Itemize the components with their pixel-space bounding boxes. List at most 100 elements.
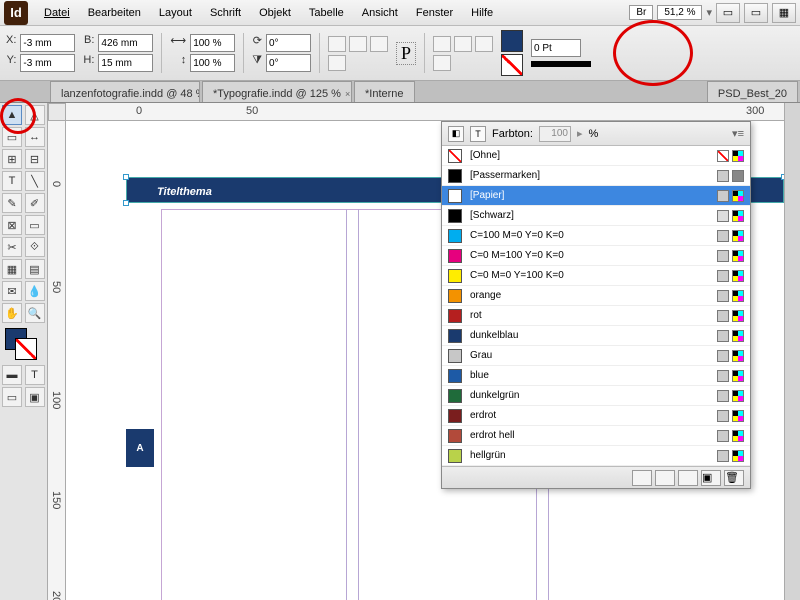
normal-view-icon[interactable]: ▭ xyxy=(2,387,22,407)
swatch-chip-icon xyxy=(448,289,462,303)
width-input[interactable] xyxy=(98,34,153,52)
preview-view-icon[interactable]: ▣ xyxy=(25,387,45,407)
gradient-swatch-tool[interactable]: ▦ xyxy=(2,259,22,279)
doc-tab[interactable]: *Typografie.indd @ 125 %× xyxy=(202,81,352,102)
gradient-feather-tool[interactable]: ▤ xyxy=(25,259,45,279)
direct-selection-tool[interactable]: △ xyxy=(25,105,45,125)
swatch-type-icon xyxy=(732,150,744,162)
type-tool[interactable]: T xyxy=(2,171,22,191)
line-tool[interactable]: ╲ xyxy=(25,171,45,191)
swatch-row[interactable]: erdrot xyxy=(442,406,750,426)
flip-v-icon[interactable] xyxy=(328,55,346,71)
apply-color-icon[interactable]: ▬ xyxy=(2,365,22,385)
stroke-style-dropdown[interactable] xyxy=(531,61,591,67)
ruler-origin[interactable] xyxy=(48,103,66,121)
menu-bar: Id Datei Bearbeiten Layout Schrift Objek… xyxy=(0,0,800,26)
swatch-row[interactable]: dunkelgrün xyxy=(442,386,750,406)
swatch-row[interactable]: C=100 M=0 Y=0 K=0 xyxy=(442,226,750,246)
swatch-row[interactable]: blue xyxy=(442,366,750,386)
swatch-row[interactable]: orange xyxy=(442,286,750,306)
show-color-swatches-icon[interactable] xyxy=(655,470,675,486)
delete-swatch-icon[interactable]: 🗑 xyxy=(724,470,744,486)
select-content-icon[interactable] xyxy=(454,36,472,52)
swatch-row[interactable]: [Ohne] xyxy=(442,146,750,166)
fill-stroke-toggle[interactable] xyxy=(2,325,45,363)
y-input[interactable] xyxy=(20,54,75,72)
menu-schrift[interactable]: Schrift xyxy=(202,4,249,22)
note-tool[interactable]: ✉ xyxy=(2,281,22,301)
tint-input[interactable] xyxy=(539,126,571,142)
shear-input[interactable] xyxy=(266,54,311,72)
close-icon[interactable]: × xyxy=(345,89,350,99)
rotate-cw-icon[interactable] xyxy=(349,36,367,52)
stroke-color-swatch[interactable] xyxy=(501,54,523,76)
swatch-row[interactable]: dunkelblau xyxy=(442,326,750,346)
select-container-icon[interactable] xyxy=(433,36,451,52)
canvas[interactable]: Titelthema A ◧ T Farbton: ▸ % xyxy=(66,121,784,600)
menu-tabelle[interactable]: Tabelle xyxy=(301,4,352,22)
select-prev-icon[interactable] xyxy=(475,36,493,52)
pencil-tool[interactable]: ✐ xyxy=(25,193,45,213)
swatch-row[interactable]: Grau xyxy=(442,346,750,366)
swatch-type-icon xyxy=(732,430,744,442)
menu-objekt[interactable]: Objekt xyxy=(251,4,299,22)
content-collector-tool[interactable]: ⊞ xyxy=(2,149,22,169)
swatch-row[interactable]: C=0 M=100 Y=0 K=0 xyxy=(442,246,750,266)
eyedropper-tool[interactable]: 💧 xyxy=(25,281,45,301)
gap-tool[interactable]: ↔ xyxy=(25,127,45,147)
swatch-row[interactable]: [Schwarz] xyxy=(442,206,750,226)
new-swatch-icon[interactable]: ▣ xyxy=(701,470,721,486)
menu-layout[interactable]: Layout xyxy=(151,4,200,22)
select-next-icon[interactable] xyxy=(433,55,451,71)
horizontal-ruler[interactable]: 050300 xyxy=(48,103,784,121)
zoom-tool[interactable]: 🔍 xyxy=(25,303,45,323)
text-fill-icon[interactable]: T xyxy=(470,126,486,142)
selection-tool[interactable]: ▲ xyxy=(2,105,22,125)
rectangle-frame-tool[interactable]: ⊠ xyxy=(2,215,22,235)
view-mode-button[interactable]: ▭ xyxy=(716,3,740,23)
flip-h-icon[interactable] xyxy=(370,36,388,52)
menu-ansicht[interactable]: Ansicht xyxy=(354,4,406,22)
fill-toggle-icon[interactable]: ◧ xyxy=(448,126,464,142)
doc-tab[interactable]: PSD_Best_20 xyxy=(707,81,798,102)
swatch-row[interactable]: erdrot hell xyxy=(442,426,750,446)
vertical-ruler[interactable]: 050100150200 xyxy=(48,121,66,600)
show-all-swatches-icon[interactable] xyxy=(632,470,652,486)
panel-menu-icon[interactable]: ▾≡ xyxy=(732,127,744,140)
rectangle-tool[interactable]: ▭ xyxy=(25,215,45,235)
scale-y-input[interactable] xyxy=(190,54,235,72)
free-transform-tool[interactable]: ⟐ xyxy=(25,237,45,257)
x-input[interactable] xyxy=(20,34,75,52)
menu-hilfe[interactable]: Hilfe xyxy=(463,4,501,22)
fill-color-swatch[interactable] xyxy=(501,30,523,52)
menu-fenster[interactable]: Fenster xyxy=(408,4,461,22)
stroke-weight-input[interactable] xyxy=(531,39,581,57)
menu-bearbeiten[interactable]: Bearbeiten xyxy=(80,4,149,22)
menu-datei[interactable]: Datei xyxy=(36,4,78,22)
scissors-tool[interactable]: ✂ xyxy=(2,237,22,257)
page-tool[interactable]: ▭ xyxy=(2,127,22,147)
swatch-row[interactable]: hellgrün xyxy=(442,446,750,466)
scale-x-input[interactable] xyxy=(190,34,235,52)
swatch-row[interactable]: [Passermarken] xyxy=(442,166,750,186)
zoom-level[interactable]: 51,2 % xyxy=(657,5,702,20)
swatch-row[interactable]: rot xyxy=(442,306,750,326)
show-gradient-swatches-icon[interactable] xyxy=(678,470,698,486)
pen-tool[interactable]: ✎ xyxy=(2,193,22,213)
screen-mode-button[interactable]: ▭ xyxy=(744,3,768,23)
swatch-row[interactable]: [Papier] xyxy=(442,186,750,206)
apply-text-icon[interactable]: T xyxy=(25,365,45,385)
content-placer-tool[interactable]: ⊟ xyxy=(25,149,45,169)
rotate-ccw-icon[interactable] xyxy=(328,36,346,52)
rotate-input[interactable] xyxy=(266,34,311,52)
swatch-row[interactable]: C=0 M=0 Y=100 K=0 xyxy=(442,266,750,286)
doc-tab[interactable]: *Interne xyxy=(354,81,415,102)
stroke-swatch-icon[interactable] xyxy=(15,338,37,360)
hand-tool[interactable]: ✋ xyxy=(2,303,22,323)
bridge-button[interactable]: Br xyxy=(629,5,653,20)
right-panel-dock[interactable] xyxy=(784,103,800,600)
height-input[interactable] xyxy=(98,54,153,72)
doc-tab[interactable]: lanzenfotografie.indd @ 48 %× xyxy=(50,81,200,102)
paragraph-mode-icon[interactable]: P xyxy=(396,42,416,65)
arrange-button[interactable]: ▦ xyxy=(772,3,796,23)
